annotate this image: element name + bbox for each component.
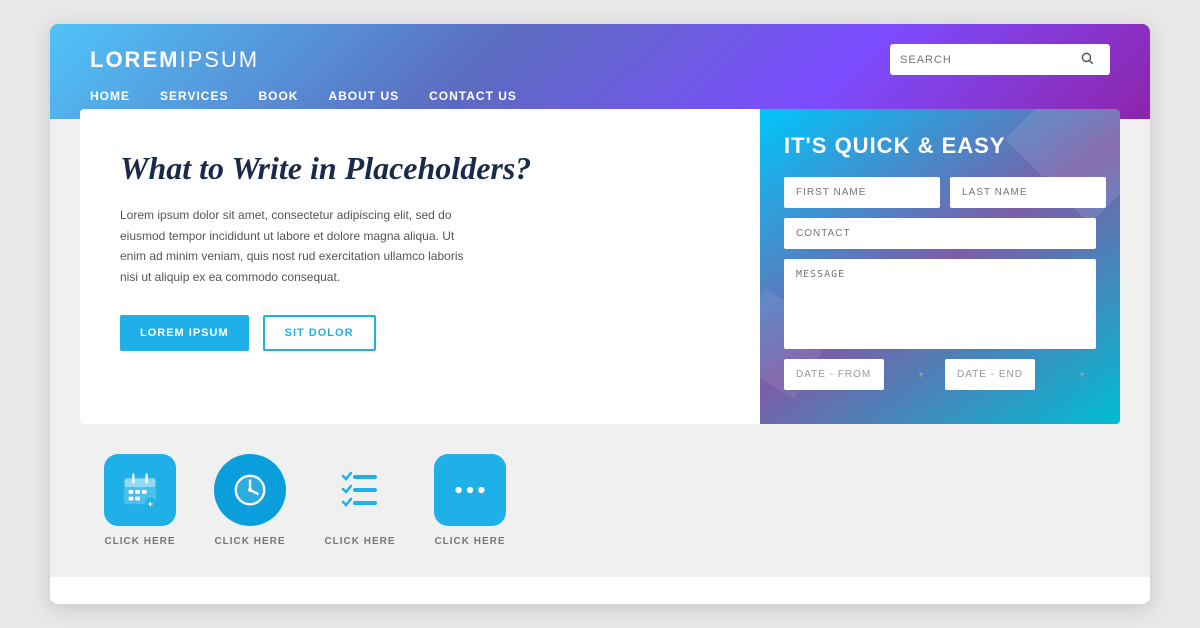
header: LOREMIPSUM HOME SERVICES BOOK ABOUT US C… [50, 24, 1150, 119]
dots-label: CLICK HERE [434, 536, 505, 547]
main-content: What to Write in Placeholders? Lorem ips… [50, 119, 1150, 577]
calendar-label: CLICK HERE [104, 536, 175, 547]
nav-services[interactable]: SERVICES [160, 89, 228, 103]
search-input[interactable] [890, 47, 1070, 73]
nav-book[interactable]: BOOK [258, 89, 298, 103]
calendar-icon: + [121, 471, 159, 509]
calendar-icon-bg: + [104, 454, 176, 526]
hero-body: Lorem ipsum dolor sit amet, consectetur … [120, 205, 480, 287]
list-icon [335, 465, 385, 515]
dots-item[interactable]: CLICK HERE [430, 454, 510, 547]
search-button[interactable] [1070, 44, 1104, 75]
left-panel: What to Write in Placeholders? Lorem ips… [80, 109, 760, 424]
clock-label: CLICK HERE [214, 536, 285, 547]
form-title: IT'S QUICK & EASY [784, 133, 1096, 159]
nav-about[interactable]: ABOUT US [328, 89, 399, 103]
header-top: LOREMIPSUM [90, 44, 1110, 75]
date-row: DATE - FROM DATE - END [784, 359, 1096, 390]
content-row: What to Write in Placeholders? Lorem ips… [50, 109, 1150, 424]
dots-icon [451, 480, 489, 500]
nav-home[interactable]: HOME [90, 89, 130, 103]
btn-lorem-ipsum[interactable]: LOREM IPSUM [120, 315, 249, 351]
date-end-wrapper: DATE - END [945, 359, 1096, 390]
browser-frame: LOREMIPSUM HOME SERVICES BOOK ABOUT US C… [50, 24, 1150, 604]
btn-sit-dolor[interactable]: SIT DOLOR [263, 315, 376, 351]
name-row [784, 177, 1096, 208]
calendar-item[interactable]: + CLICK HERE [100, 454, 180, 547]
logo-light: IPSUM [179, 47, 259, 72]
clock-icon [231, 471, 269, 509]
search-bar [890, 44, 1110, 75]
nav: HOME SERVICES BOOK ABOUT US CONTACT US [90, 89, 1110, 103]
list-label: CLICK HERE [324, 536, 395, 547]
svg-text:+: + [148, 499, 154, 509]
contact-input[interactable] [784, 218, 1096, 249]
list-icon-bg [324, 454, 396, 526]
btn-group: LOREM IPSUM SIT DOLOR [120, 315, 720, 351]
logo-bold: LOREM [90, 47, 179, 72]
search-icon [1080, 51, 1094, 65]
bottom-icons: + CLICK HERE CLICK HERE [50, 424, 1150, 577]
nav-contact[interactable]: CONTACT US [429, 89, 517, 103]
date-from-select[interactable]: DATE - FROM [784, 359, 884, 390]
logo: LOREMIPSUM [90, 47, 259, 73]
message-textarea[interactable] [784, 259, 1096, 349]
last-name-input[interactable] [950, 177, 1106, 208]
form-panel: IT'S QUICK & EASY DATE - FROM DAT [760, 109, 1120, 424]
clock-item[interactable]: CLICK HERE [210, 454, 290, 547]
date-from-wrapper: DATE - FROM [784, 359, 935, 390]
dots-icon-bg [434, 454, 506, 526]
first-name-input[interactable] [784, 177, 940, 208]
hero-title: What to Write in Placeholders? [120, 149, 720, 187]
list-item[interactable]: CLICK HERE [320, 454, 400, 547]
clock-icon-bg [214, 454, 286, 526]
date-end-select[interactable]: DATE - END [945, 359, 1035, 390]
